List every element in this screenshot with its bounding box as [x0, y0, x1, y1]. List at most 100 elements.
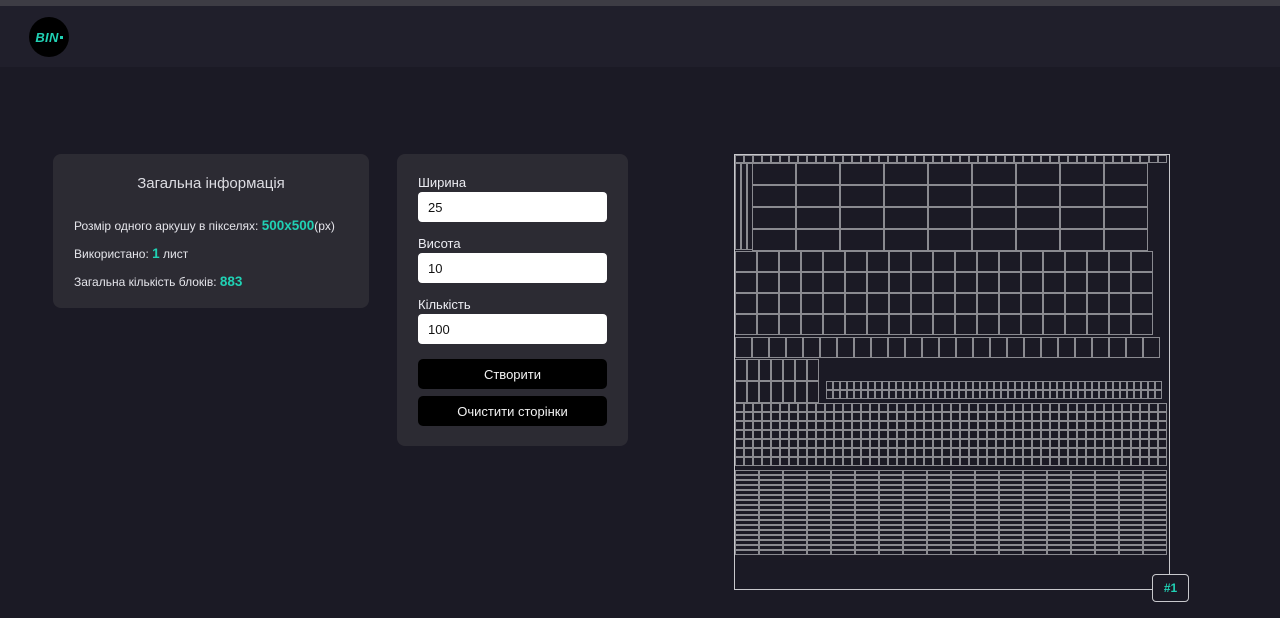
packed-block [978, 430, 987, 439]
packed-block [861, 412, 870, 421]
packed-block [831, 540, 855, 545]
packed-block [840, 185, 884, 207]
packed-block [1143, 480, 1167, 485]
packed-block [975, 490, 999, 495]
packed-block [1095, 457, 1104, 466]
packed-block [1104, 439, 1113, 448]
packed-block [816, 403, 825, 412]
packed-block [834, 430, 843, 439]
packed-block [1023, 480, 1047, 485]
packed-block [1078, 381, 1085, 390]
packed-block [978, 412, 987, 421]
packed-block [789, 403, 798, 412]
packed-block [759, 381, 771, 403]
packed-block [801, 251, 823, 272]
packed-block [1060, 229, 1104, 251]
packed-block [977, 314, 999, 335]
packed-block [825, 403, 834, 412]
packed-block [903, 500, 927, 505]
packed-block [987, 430, 996, 439]
packed-block [1122, 421, 1131, 430]
packed-block [978, 439, 987, 448]
packed-block [744, 155, 753, 163]
packed-block [1023, 515, 1047, 520]
packed-block [771, 381, 783, 403]
packed-block [1143, 500, 1167, 505]
packed-block [1131, 457, 1140, 466]
packed-block [807, 490, 831, 495]
packed-block [1119, 475, 1143, 480]
packed-block [999, 490, 1023, 495]
packed-block [1023, 475, 1047, 480]
packed-block [951, 545, 975, 550]
packed-block [942, 403, 951, 412]
packed-block [757, 251, 779, 272]
packed-block [931, 381, 938, 390]
packed-block [834, 421, 843, 430]
count-input[interactable] [418, 314, 607, 344]
packed-block [735, 490, 759, 495]
app-logo[interactable]: BIN [29, 17, 69, 57]
packed-block [960, 448, 969, 457]
packed-block [945, 390, 952, 399]
packed-block [975, 475, 999, 480]
packed-block [897, 439, 906, 448]
packed-block [911, 272, 933, 293]
packed-block [852, 439, 861, 448]
packed-block [879, 490, 903, 495]
packed-block [978, 155, 987, 163]
height-input[interactable] [418, 253, 607, 283]
packed-block [843, 448, 852, 457]
height-label: Висота [418, 236, 461, 251]
packed-block [927, 545, 951, 550]
packed-block [917, 390, 924, 399]
packed-block [917, 381, 924, 390]
packed-block [999, 535, 1023, 540]
packed-block [990, 337, 1007, 358]
packed-block [759, 520, 783, 525]
packed-block [969, 439, 978, 448]
packed-block [1095, 403, 1104, 412]
packed-block [896, 390, 903, 399]
packed-block [855, 520, 879, 525]
packed-block [972, 163, 1016, 185]
packed-block [942, 430, 951, 439]
packed-block [1023, 155, 1032, 163]
packed-block [1068, 421, 1077, 430]
packed-block [889, 293, 911, 314]
packed-block [1050, 155, 1059, 163]
packed-block [951, 505, 975, 510]
packed-block [780, 155, 789, 163]
packed-block [820, 337, 837, 358]
packed-block [1140, 155, 1149, 163]
packed-block [933, 272, 955, 293]
packed-block [951, 530, 975, 535]
packed-block [906, 403, 915, 412]
packed-block [1014, 412, 1023, 421]
create-button[interactable]: Створити [418, 359, 607, 389]
packed-block [999, 251, 1021, 272]
packed-block [933, 155, 942, 163]
packed-block [915, 457, 924, 466]
packed-block [915, 155, 924, 163]
packed-block [759, 540, 783, 545]
packed-block [1113, 457, 1122, 466]
packed-block [875, 390, 882, 399]
packed-block [973, 381, 980, 390]
width-input[interactable] [418, 192, 607, 222]
packed-block [1086, 439, 1095, 448]
sheet-number-badge[interactable]: #1 [1152, 574, 1189, 602]
packed-block [942, 439, 951, 448]
packed-block [933, 421, 942, 430]
packed-block [752, 207, 796, 229]
packed-block [978, 457, 987, 466]
packed-block [933, 448, 942, 457]
packed-block [1149, 457, 1158, 466]
packed-block [759, 510, 783, 515]
packed-block [796, 163, 840, 185]
packed-block [735, 448, 744, 457]
packed-block [927, 550, 951, 555]
clear-pages-button[interactable]: Очистити сторінки [418, 396, 607, 426]
packed-block [975, 525, 999, 530]
packed-block [757, 314, 779, 335]
